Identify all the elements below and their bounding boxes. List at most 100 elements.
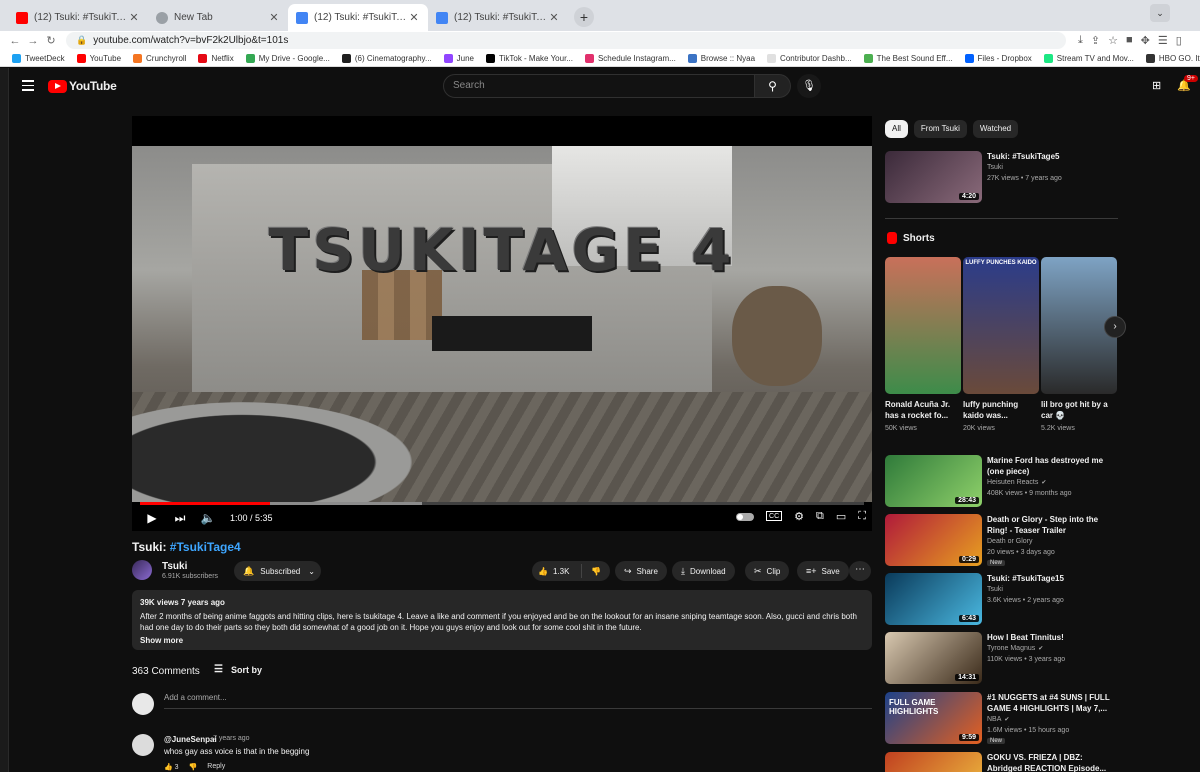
channel-name[interactable]: Tsuki bbox=[162, 561, 187, 572]
tab-search-chevron-icon[interactable]: ⌄ bbox=[1150, 4, 1170, 22]
clip-button[interactable]: ✂ Clip bbox=[745, 561, 790, 581]
recommended-video[interactable]: 6:43 Tsuki: #TsukiTage15 Tsuki 3.6K views •… bbox=[885, 573, 1118, 629]
video-thumbnail[interactable]: 4:20 bbox=[885, 151, 982, 203]
fullscreen-icon[interactable]: ⛶ bbox=[858, 510, 866, 523]
short-thumbnail[interactable] bbox=[885, 257, 961, 394]
search-input[interactable]: Search bbox=[443, 74, 755, 98]
browser-tab[interactable]: New Tab ✕ bbox=[148, 4, 288, 31]
recommended-title[interactable]: Marine Ford has destroyed me (one piece) bbox=[987, 455, 1119, 477]
show-more-link[interactable]: Show more bbox=[140, 635, 864, 647]
new-tab-button[interactable]: + bbox=[574, 7, 594, 27]
bookmark-item[interactable]: TikTok - Make Your... bbox=[486, 53, 573, 63]
bookmark-star-icon[interactable]: ☆ bbox=[1108, 34, 1118, 47]
create-video-icon[interactable]: ⊞ bbox=[1152, 79, 1161, 92]
reading-list-icon[interactable]: ☰ bbox=[1158, 34, 1168, 47]
autoplay-toggle[interactable] bbox=[736, 513, 755, 521]
captions-icon[interactable]: CC bbox=[766, 511, 783, 521]
recommended-title[interactable]: GOKU VS. FRIEZA | DBZ: Abridged REACTION… bbox=[987, 752, 1119, 772]
recommended-video[interactable]: 28:43 Marine Ford has destroyed me (one p… bbox=[885, 455, 1118, 511]
recommended-video[interactable]: FULL GAME HIGHLIGHTS 9:59 #1 NUGGETS at #4… bbox=[885, 692, 1118, 748]
chip-from-tsuki[interactable]: From Tsuki bbox=[913, 120, 967, 138]
next-icon[interactable]: ⏭ bbox=[166, 511, 194, 526]
comment-time[interactable]: 7 years ago bbox=[213, 735, 250, 742]
volume-icon[interactable]: 🔈 bbox=[194, 511, 222, 525]
forward-arrow-icon[interactable]: → bbox=[24, 35, 42, 47]
close-tab-icon[interactable]: ✕ bbox=[408, 11, 420, 24]
recommended-title[interactable]: Tsuki: #TsukiTage5 bbox=[987, 151, 1119, 162]
short-title[interactable]: Ronald Acuña Jr. has a rocket fo... bbox=[885, 399, 961, 423]
save-button[interactable]: ≡+ Save bbox=[797, 561, 849, 581]
url-field[interactable]: 🔒 youtube.com/watch?v=bvF2k2Ulbjo&t=101s bbox=[66, 32, 1066, 49]
short-item[interactable]: LUFFY PUNCHES KAIDO luffy punching kaido … bbox=[963, 257, 1039, 432]
comment-author[interactable]: @JuneSenpai bbox=[164, 735, 217, 744]
miniplayer-icon[interactable]: ⧉ bbox=[816, 510, 824, 523]
chip-watched[interactable]: Watched bbox=[972, 120, 1019, 138]
close-tab-icon[interactable]: ✕ bbox=[548, 11, 560, 24]
recommended-channel[interactable]: Tyrone Magnus ✔ bbox=[987, 645, 1043, 652]
short-item[interactable]: lil bro got hit by a car 💀 5.2K views bbox=[1041, 257, 1117, 432]
recommended-channel[interactable]: Tsuki bbox=[987, 586, 1003, 593]
bookmark-item[interactable]: My Drive - Google... bbox=[245, 53, 330, 63]
bookmark-item[interactable]: YouTube bbox=[76, 53, 121, 63]
recommended-title[interactable]: Tsuki: #TsukiTage15 bbox=[987, 573, 1119, 584]
sidepanel-icon[interactable]: ▯ bbox=[1176, 34, 1182, 47]
video-thumbnail[interactable]: 6:43 bbox=[885, 573, 982, 625]
like-button[interactable]: 👍 1.3K bbox=[532, 564, 582, 578]
recommended-channel[interactable]: NBA ✔ bbox=[987, 716, 1009, 723]
chip-all[interactable]: All bbox=[885, 120, 908, 138]
install-icon[interactable]: ⤓ bbox=[1078, 34, 1083, 47]
short-title[interactable]: lil bro got hit by a car 💀 bbox=[1041, 399, 1117, 423]
bookmark-item[interactable]: HBO GO. It's HBO... bbox=[1145, 53, 1200, 63]
play-icon[interactable]: ▶ bbox=[138, 511, 166, 525]
sort-by-button[interactable]: ☰ Sort by bbox=[214, 664, 262, 675]
reply-button[interactable]: Reply bbox=[207, 763, 225, 771]
add-comment-input[interactable]: Add a comment... bbox=[164, 693, 872, 709]
theater-mode-icon[interactable]: ▭ bbox=[836, 510, 846, 523]
commenter-avatar[interactable] bbox=[132, 734, 154, 756]
bookmark-item[interactable]: The Best Sound Eff... bbox=[863, 53, 953, 63]
recommended-video[interactable]: GOKU VS. FRIEZA | DBZ: Abridged REACTION… bbox=[885, 752, 1118, 772]
recommended-channel[interactable]: Tsuki bbox=[987, 164, 1003, 171]
short-item[interactable]: Ronald Acuña Jr. has a rocket fo... 50K v… bbox=[885, 257, 961, 432]
recommended-channel[interactable]: Heisuten Reacts ✔ bbox=[987, 479, 1046, 486]
comment-like-button[interactable]: 👍 3 bbox=[164, 763, 179, 771]
settings-gear-icon[interactable]: ⚙ bbox=[794, 510, 804, 523]
short-title[interactable]: luffy punching kaido was... bbox=[963, 399, 1039, 423]
bookmark-item[interactable]: Netflix bbox=[198, 53, 234, 63]
puzzle-icon[interactable]: ✥ bbox=[1141, 34, 1150, 47]
bookmark-item[interactable]: (6) Cinematography... bbox=[341, 53, 432, 63]
bookmark-item[interactable]: Browse :: Nyaa bbox=[687, 53, 755, 63]
search-button[interactable]: ⚲ bbox=[755, 74, 791, 98]
more-actions-icon[interactable]: ⋯ bbox=[849, 561, 871, 581]
share-button[interactable]: ↪ Share bbox=[615, 561, 667, 581]
bookmark-item[interactable]: Crunchyroll bbox=[133, 53, 186, 63]
short-thumbnail[interactable]: LUFFY PUNCHES KAIDO bbox=[963, 257, 1039, 394]
recommended-title[interactable]: How I Beat Tinnitus! bbox=[987, 632, 1119, 643]
recommended-video[interactable]: 14:31 How I Beat Tinnitus! Tyrone Magnus ✔ 1… bbox=[885, 632, 1118, 688]
share-icon[interactable]: ⇪ bbox=[1091, 34, 1100, 47]
video-thumbnail[interactable]: 28:43 bbox=[885, 455, 982, 507]
browser-tab[interactable]: (12) Tsuki: #TsukiTage4 - YouTube ✕ bbox=[428, 4, 568, 31]
recommended-channel[interactable]: Death or Glory bbox=[987, 538, 1033, 545]
bookmark-item[interactable]: June bbox=[443, 53, 474, 63]
video-thumbnail[interactable]: 14:31 bbox=[885, 632, 982, 684]
browser-tab-active[interactable]: (12) Tsuki: #TsukiTage4 - YouTube ✕ bbox=[288, 4, 428, 31]
shorts-next-arrow-icon[interactable]: › bbox=[1104, 316, 1126, 338]
recommended-video[interactable]: 4:20 Tsuki: #TsukiTage5 Tsuki 27K views • 7… bbox=[885, 151, 1118, 207]
video-thumbnail[interactable]: FULL GAME HIGHLIGHTS 9:59 bbox=[885, 692, 982, 744]
description-box[interactable]: 39K views 7 years ago After 2 months of … bbox=[132, 590, 872, 650]
bookmark-item[interactable]: Stream TV and Mov... bbox=[1043, 53, 1134, 63]
bookmark-item[interactable]: Schedule Instagram... bbox=[584, 53, 676, 63]
video-player[interactable]: TSUKITAGE 4 ▶ ⏭ 🔈 1:00 / 5:35 CC ⚙ ⧉ ▭ ⛶ bbox=[132, 116, 872, 531]
voice-search-button[interactable]: 🎙 bbox=[797, 74, 821, 98]
subscribed-button[interactable]: 🔔 Subscribed ⌄ bbox=[234, 561, 321, 581]
download-button[interactable]: ⤓ Download bbox=[672, 561, 735, 581]
dislike-button[interactable]: 👎 bbox=[582, 567, 610, 576]
recommended-title[interactable]: Death or Glory - Step into the Ring! - T… bbox=[987, 514, 1119, 536]
video-thumbnail[interactable]: 0:29 bbox=[885, 514, 982, 566]
comment-dislike-icon[interactable]: 👎 bbox=[189, 763, 198, 771]
close-tab-icon[interactable]: ✕ bbox=[268, 11, 280, 24]
video-title-hashtag[interactable]: #TsukiTage4 bbox=[170, 540, 241, 554]
recommended-title[interactable]: #1 NUGGETS at #4 SUNS | FULL GAME 4 HIGH… bbox=[987, 692, 1119, 714]
browser-tab[interactable]: (12) Tsuki: #TsukiTage4 - YouTube ✕ bbox=[8, 4, 148, 31]
